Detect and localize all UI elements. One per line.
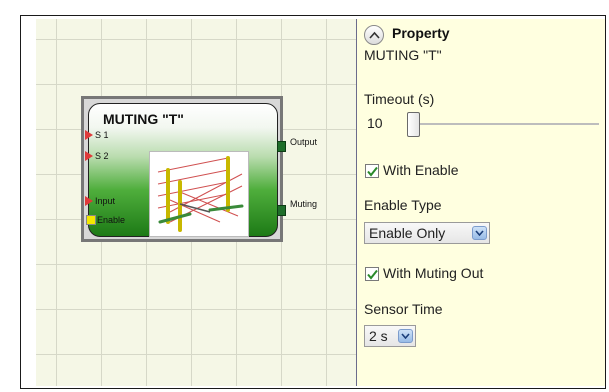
input-label-enable: Enable xyxy=(97,215,126,225)
with-enable-checkbox[interactable] xyxy=(365,164,379,178)
input-pin-input[interactable] xyxy=(85,196,93,206)
sensor-time-value: 2 s xyxy=(369,328,388,344)
enable-type-value: Enable Only xyxy=(369,225,446,241)
input-label-s1: S 1 xyxy=(95,130,109,140)
with-muting-out-checkbox[interactable] xyxy=(365,267,379,281)
timeout-label: Timeout (s) xyxy=(364,91,435,107)
block-title: MUTING "T" xyxy=(103,111,184,127)
muting-t-block-selection[interactable]: MUTING "T" S 1 S 2 Input Enable Output M… xyxy=(81,96,317,242)
window-frame: MUTING "T" S 1 S 2 Input Enable Output M… xyxy=(20,15,606,389)
diagram-canvas[interactable]: MUTING "T" S 1 S 2 Input Enable Output M… xyxy=(36,19,357,386)
timeout-value: 10 xyxy=(367,115,383,131)
input-pin-enable[interactable] xyxy=(86,215,96,225)
timeout-slider-thumb[interactable] xyxy=(407,112,420,137)
dropdown-arrow-icon xyxy=(472,226,487,240)
panel-header: Property xyxy=(392,25,450,41)
checkmark-icon xyxy=(367,269,378,280)
output-pin-output[interactable] xyxy=(277,141,286,152)
property-panel: Property MUTING "T" Timeout (s) 10 With … xyxy=(357,19,605,386)
panel-subtitle: MUTING "T" xyxy=(364,47,442,63)
muting-t-block[interactable]: MUTING "T" S 1 S 2 Input Enable xyxy=(85,103,286,237)
input-pin-s1[interactable] xyxy=(85,130,93,140)
muting-t-picture xyxy=(149,151,249,237)
timeout-slider-track[interactable] xyxy=(413,123,599,125)
collapse-button[interactable] xyxy=(364,25,384,45)
input-label-input: Input xyxy=(95,196,116,206)
with-muting-out-label: With Muting Out xyxy=(383,265,484,281)
enable-type-label: Enable Type xyxy=(364,197,442,213)
checkmark-icon xyxy=(367,166,378,177)
output-label-muting: Muting xyxy=(290,199,318,209)
sensor-time-select[interactable]: 2 s xyxy=(364,325,416,347)
sensor-time-label: Sensor Time xyxy=(364,301,443,317)
with-enable-label: With Enable xyxy=(383,162,459,178)
dropdown-arrow-icon xyxy=(398,329,413,343)
input-label-s2: S 2 xyxy=(95,151,109,161)
output-pin-muting[interactable] xyxy=(277,205,286,216)
collapse-up-icon xyxy=(369,31,380,39)
enable-type-select[interactable]: Enable Only xyxy=(364,222,490,244)
output-label-output: Output xyxy=(290,137,318,147)
input-pin-s2[interactable] xyxy=(85,151,93,161)
